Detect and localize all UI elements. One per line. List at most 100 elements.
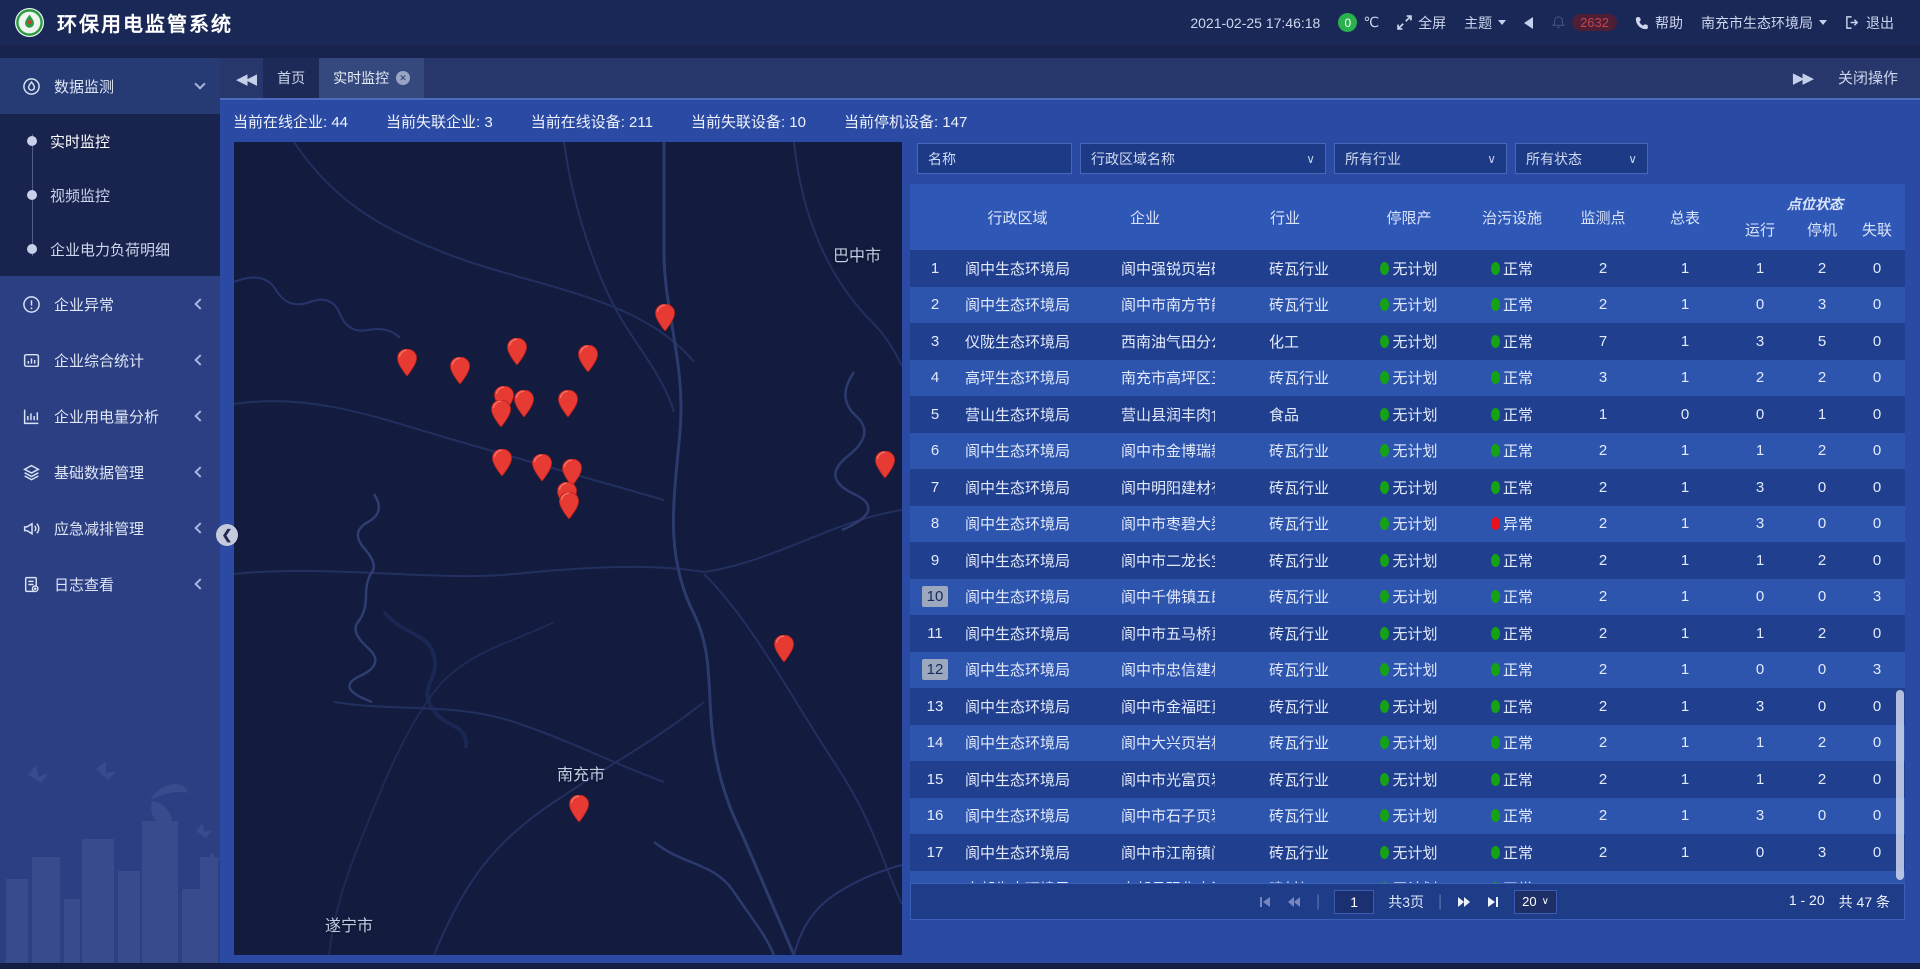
table-row[interactable]: 11阆中生态环境局阆中市五马桥页岩机砖砖瓦行业无计划正常21120 [910, 615, 1905, 652]
sidebar-subitem-realtime-monitoring[interactable]: 实时监控 [0, 114, 220, 168]
map-collapse-button[interactable]: ❮ [216, 524, 238, 546]
cell-run-count: 1 [1725, 260, 1795, 277]
cell-meter-count: 1 [1645, 515, 1725, 532]
map-marker-icon[interactable] [569, 795, 589, 822]
cell-region: 阆中生态环境局 [960, 440, 1075, 461]
map-marker-icon[interactable] [514, 390, 534, 417]
monitor-icon [22, 77, 42, 95]
page-size-select[interactable]: 20∨ [1514, 890, 1557, 914]
next-page-button[interactable] [1456, 895, 1472, 909]
table-row[interactable]: 18南部生态环境局南部县砚化土沼有限公建材加工无计划正常60060 [910, 871, 1905, 884]
tab-实时监控[interactable]: 实时监控✕ [319, 58, 424, 98]
table-row[interactable]: 17阆中生态环境局阆中市江南镇阆南页岩砖瓦行业无计划正常21030 [910, 834, 1905, 871]
table-row[interactable]: 8阆中生态环境局阆中市枣碧大梁山页岩砖瓦行业无计划异常21300 [910, 506, 1905, 543]
theme-dropdown[interactable]: 主题 [1464, 13, 1506, 33]
table-row[interactable]: 6阆中生态环境局阆中市金博瑞新型墙材砖瓦行业无计划正常21120 [910, 433, 1905, 470]
tab-首页[interactable]: 首页 [263, 58, 319, 98]
page-number-input[interactable] [1334, 890, 1374, 914]
close-icon[interactable]: ✕ [396, 71, 410, 85]
table-row[interactable]: 3仪陇生态环境局西南油气田分公司川中化工无计划正常71350 [910, 323, 1905, 360]
sidebar-item-enterprise-abnormal[interactable]: 企业异常 [0, 276, 220, 332]
warning-icon [22, 295, 42, 313]
map-marker-icon[interactable] [397, 349, 417, 376]
cell-industry: 砖瓦行业 [1215, 623, 1355, 644]
last-page-button[interactable] [1486, 895, 1500, 909]
pager-separator: | [1438, 893, 1442, 911]
column-header-index [910, 184, 960, 250]
prev-page-button[interactable] [1286, 895, 1302, 909]
sidebar-item-log-view[interactable]: 日志查看 [0, 556, 220, 612]
datetime: 2021-02-25 17:46:18 [1190, 15, 1320, 31]
map-marker-icon[interactable] [655, 304, 675, 331]
sidebar-item-basic-data-management[interactable]: 基础数据管理 [0, 444, 220, 500]
table-row[interactable]: 9阆中生态环境局阆中市二龙长宝页岩砖砖瓦行业无计划正常21120 [910, 542, 1905, 579]
org-dropdown[interactable]: 南充市生态环境局 [1701, 13, 1827, 33]
filter-row: 行政区域名称∨ 所有行业∨ 所有状态∨ [910, 143, 1648, 174]
sound-toggle[interactable] [1524, 17, 1533, 29]
header-toolbar: 2021-02-25 17:46:18 0 ℃ 全屏 主题 2632 帮助 [1190, 13, 1920, 33]
map-marker-icon[interactable] [450, 357, 470, 384]
table-row[interactable]: 15阆中生态环境局阆中市光富页岩机砖厂砖瓦行业无计划正常21120 [910, 761, 1905, 798]
table-row[interactable]: 16阆中生态环境局阆中市石子页岩机砖厂砖瓦行业无计划正常21300 [910, 798, 1905, 835]
map-marker-icon[interactable] [559, 492, 579, 519]
cell-region: 阆中生态环境局 [960, 294, 1075, 315]
sidebar-item-label: 应急减排管理 [54, 518, 196, 539]
table-row[interactable]: 12阆中生态环境局阆中市忠信建材有限公砖瓦行业无计划正常21003 [910, 652, 1905, 689]
map-marker-icon[interactable] [558, 390, 578, 417]
status-filter-select[interactable]: 所有状态∨ [1515, 143, 1648, 174]
table-row[interactable]: 13阆中生态环境局阆中市金福旺页岩机砖砖瓦行业无计划正常21300 [910, 688, 1905, 725]
tabs-scroll-right[interactable]: ▶▶ [1793, 69, 1812, 87]
table-scrollbar-thumb[interactable] [1896, 690, 1904, 880]
cell-meter-count: 1 [1645, 588, 1725, 605]
sidebar-item-emergency-reduction[interactable]: 应急减排管理 [0, 500, 220, 556]
chevron-down-icon: ∨ [1628, 152, 1637, 166]
cell-index: 16 [910, 807, 960, 824]
table-row[interactable]: 2阆中生态环境局阆中市南方节能建材有砖瓦行业无计划正常21030 [910, 287, 1905, 324]
status-dot-icon [1380, 736, 1389, 749]
industry-filter-select[interactable]: 所有行业∨ [1334, 143, 1507, 174]
exit-button[interactable]: 退出 [1845, 13, 1894, 33]
cell-run-count: 1 [1725, 771, 1795, 788]
map-marker-icon[interactable] [774, 635, 794, 662]
map-marker-icon[interactable] [532, 454, 552, 481]
sidebar-subitem-label: 企业电力负荷明细 [50, 239, 170, 260]
sidebar-item-label: 企业综合统计 [54, 350, 196, 371]
cell-industry: 砖瓦行业 [1215, 732, 1355, 753]
sidebar-item-data-monitoring[interactable]: 数据监测 [0, 58, 220, 114]
map-marker-icon[interactable] [578, 345, 598, 372]
map-marker-icon[interactable] [507, 338, 527, 365]
close-operations-button[interactable]: 关闭操作 [1838, 67, 1898, 88]
map-marker-icon[interactable] [492, 449, 512, 476]
cell-company: 阆中明阳建材有限公司 [1075, 477, 1215, 498]
map-marker-icon[interactable] [491, 400, 511, 427]
table-row[interactable]: 7阆中生态环境局阆中明阳建材有限公司砖瓦行业无计划正常21300 [910, 469, 1905, 506]
table-row[interactable]: 14阆中生态环境局阆中大兴页岩机砖厂砖瓦行业无计划正常21120 [910, 725, 1905, 762]
fullscreen-button[interactable]: 全屏 [1397, 13, 1446, 33]
table-row[interactable]: 10阆中生态环境局阆中千佛镇五郎垭页岩砖瓦行业无计划正常21003 [910, 579, 1905, 616]
sidebar-item-power-usage-analysis[interactable]: 企业用电量分析 [0, 388, 220, 444]
cell-run-count: 1 [1725, 552, 1795, 569]
map-marker-icon[interactable] [875, 451, 895, 478]
sidebar-item-enterprise-statistics[interactable]: 企业综合统计 [0, 332, 220, 388]
name-filter-input[interactable] [917, 143, 1072, 174]
map-panel[interactable]: 巴中市南充市遂宁市 [234, 142, 902, 955]
cell-facility-status: 正常 [1463, 696, 1561, 717]
region-filter-select[interactable]: 行政区域名称∨ [1080, 143, 1326, 174]
sidebar-subitem-label: 实时监控 [50, 131, 110, 152]
sidebar-subitem-video-monitoring[interactable]: 视频监控 [0, 168, 220, 222]
app-title: 环保用电监管系统 [57, 8, 233, 37]
help-button[interactable]: 帮助 [1635, 13, 1683, 33]
cell-region: 阆中生态环境局 [960, 477, 1075, 498]
tabs-scroll-left[interactable]: ◀◀ [220, 70, 263, 98]
temperature-badge: 0 [1338, 13, 1357, 32]
cell-meter-count: 1 [1645, 479, 1725, 496]
cell-stop-count: 5 [1795, 333, 1849, 350]
sidebar-subitem-power-load-detail[interactable]: 企业电力负荷明细 [0, 222, 220, 276]
notification-bell[interactable]: 2632 [1551, 14, 1617, 31]
table-row[interactable]: 4高坪生态环境局南充市高坪区王家店建砖瓦行业无计划正常31220 [910, 360, 1905, 397]
first-page-button[interactable] [1258, 895, 1272, 909]
table-row[interactable]: 5营山生态环境局营山县润丰肉食品有限食品无计划正常10010 [910, 396, 1905, 433]
app-root: 环保用电监管系统 2021-02-25 17:46:18 0 ℃ 全屏 主题 2… [0, 0, 1920, 969]
stats-bar: 当前在线企业: 44当前失联企业: 3当前在线设备: 211当前失联设备: 10… [220, 100, 1920, 142]
table-row[interactable]: 1阆中生态环境局阆中强锐页岩砖厂砖瓦行业无计划正常21120 [910, 250, 1905, 287]
